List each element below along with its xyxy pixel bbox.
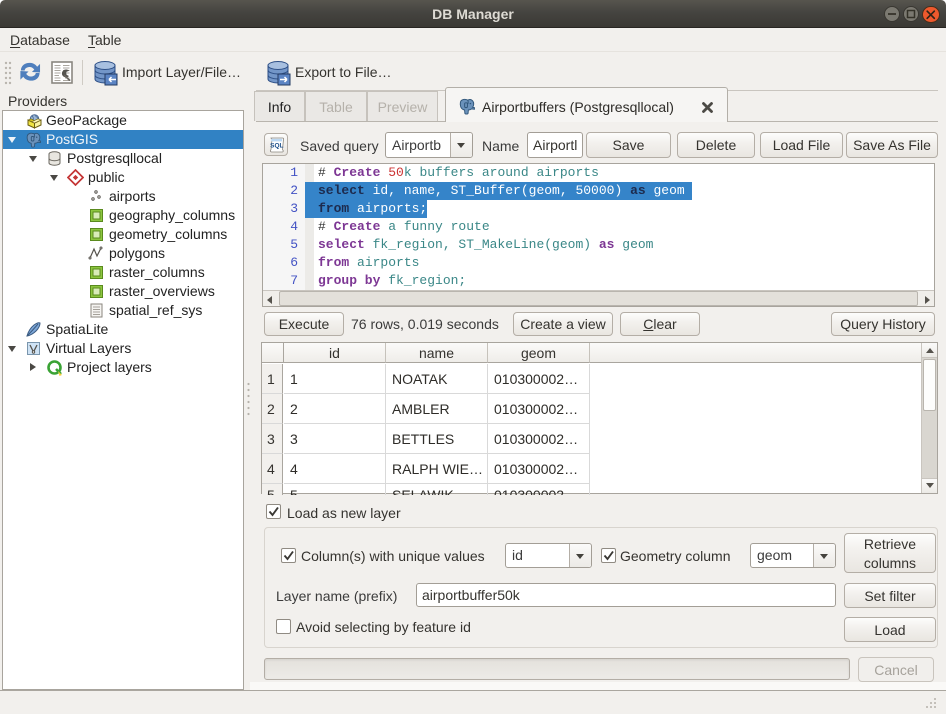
svg-text:SQL: SQL bbox=[270, 143, 283, 150]
